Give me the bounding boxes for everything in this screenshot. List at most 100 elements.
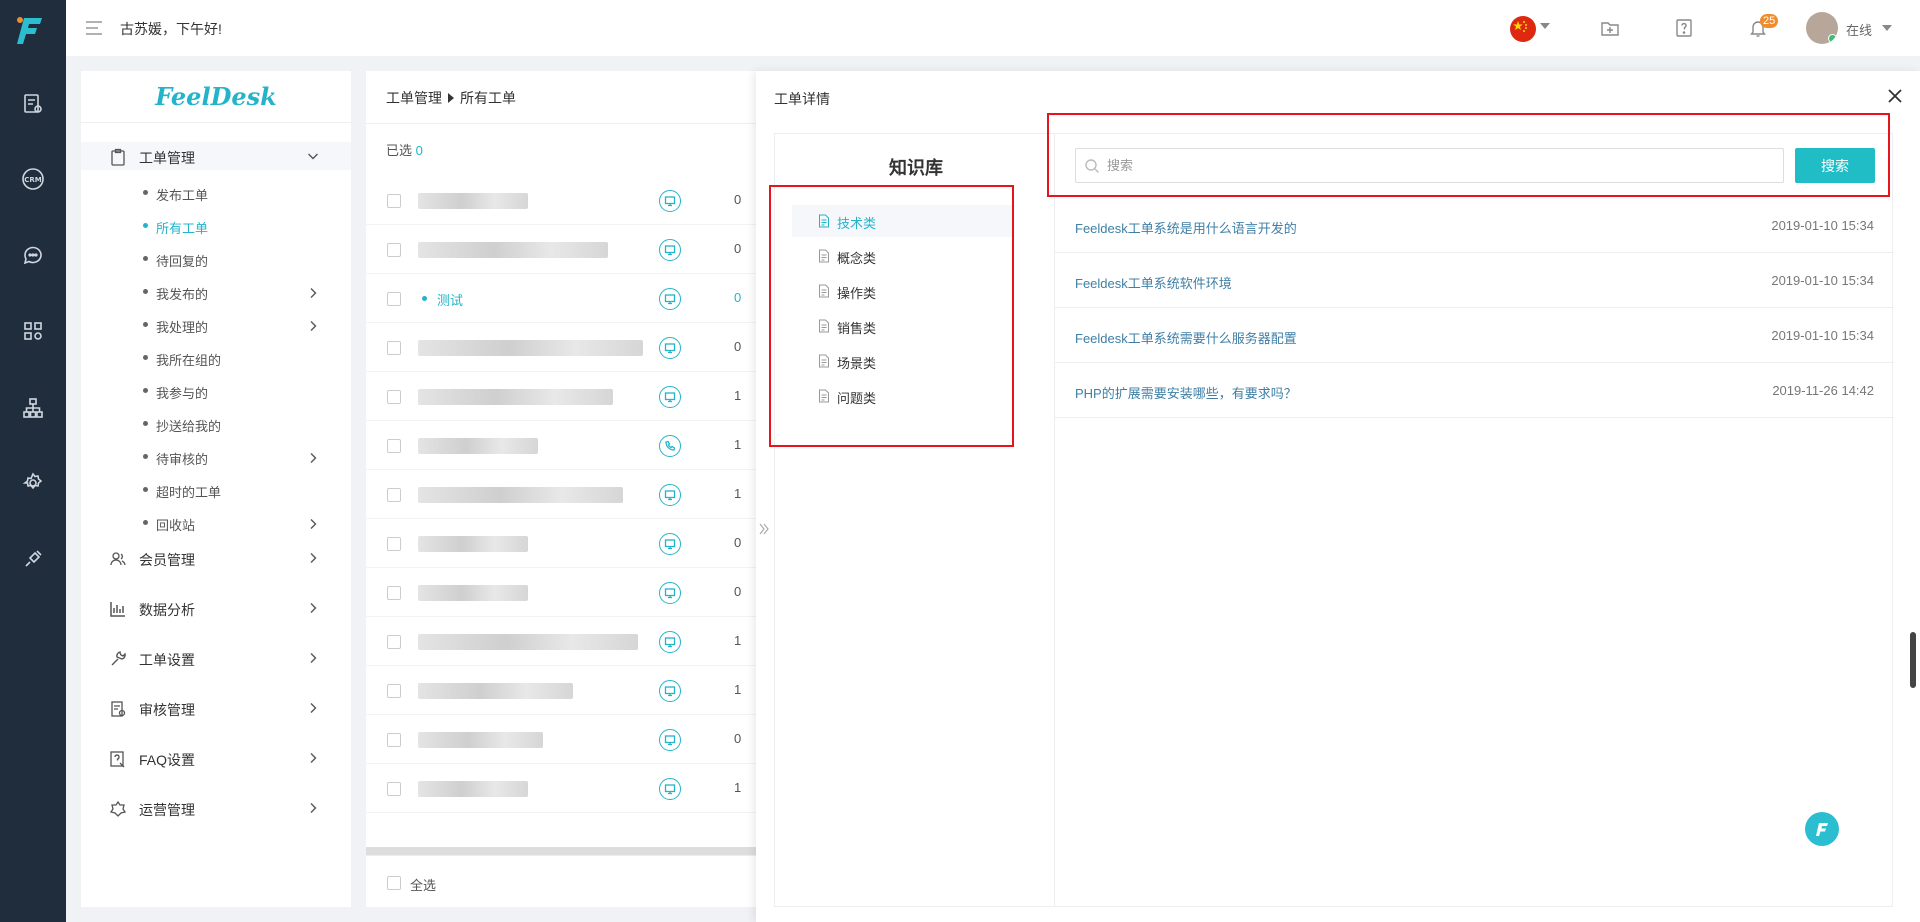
- sidebar-item-pending-review[interactable]: 待审核的: [81, 444, 351, 470]
- new-folder-icon[interactable]: [1598, 16, 1622, 40]
- sidebar-group-analytics[interactable]: 数据分析: [81, 594, 351, 622]
- row-checkbox[interactable]: [387, 684, 401, 698]
- breadcrumb-item[interactable]: 工单管理: [386, 90, 442, 106]
- kb-article-title[interactable]: Feeldesk工单系统需要什么服务器配置: [1075, 328, 1297, 347]
- kb-article-title[interactable]: Feeldesk工单系统是用什么语言开发的: [1075, 218, 1297, 237]
- ticket-title-redacted[interactable]: [418, 585, 528, 601]
- sidebar-item-participated[interactable]: 我参与的: [81, 378, 351, 404]
- table-row[interactable]: 测试 0: [366, 274, 756, 323]
- row-checkbox[interactable]: [387, 586, 401, 600]
- table-row[interactable]: 1: [366, 372, 756, 421]
- menu-toggle-icon[interactable]: [84, 18, 104, 38]
- sidebar-item-label: 回收站: [156, 518, 196, 533]
- org-chart-icon[interactable]: [18, 393, 48, 423]
- row-checkbox[interactable]: [387, 243, 401, 257]
- sidebar-group-ticket-settings[interactable]: 工单设置: [81, 644, 351, 672]
- sidebar-item-label: 我处理的: [156, 320, 209, 335]
- sidebar-item-recycle-bin[interactable]: 回收站: [81, 510, 351, 536]
- web-channel-icon: [659, 582, 681, 604]
- sidebar-group-members[interactable]: 会员管理: [81, 544, 351, 572]
- table-row[interactable]: 1: [366, 617, 756, 666]
- apps-icon[interactable]: [18, 316, 48, 346]
- kb-article-row[interactable]: Feeldesk工单系统软件环境 2019-01-10 15:34: [1055, 253, 1894, 308]
- horizontal-scrollbar[interactable]: [366, 847, 756, 855]
- table-row[interactable]: 1: [366, 764, 756, 813]
- table-row[interactable]: 0: [366, 519, 756, 568]
- table-row[interactable]: 0: [366, 323, 756, 372]
- sidebar-group-tickets[interactable]: 工单管理: [81, 142, 351, 170]
- sidebar-item-cc-to-me[interactable]: 抄送给我的: [81, 411, 351, 437]
- row-checkbox[interactable]: [387, 733, 401, 747]
- ticket-title-redacted[interactable]: [418, 193, 528, 209]
- language-flag-icon[interactable]: [1510, 16, 1536, 42]
- sidebar-group-audit[interactable]: 审核管理: [81, 694, 351, 722]
- expand-arrows-icon[interactable]: [758, 519, 770, 539]
- table-row[interactable]: 1: [366, 470, 756, 519]
- sidebar-item-awaiting-reply[interactable]: 待回复的: [81, 246, 351, 272]
- row-checkbox[interactable]: [387, 635, 401, 649]
- settings-gear-icon[interactable]: [18, 468, 48, 498]
- language-dropdown-icon[interactable]: [1540, 23, 1550, 29]
- row-checkbox[interactable]: [387, 439, 401, 453]
- kb-article-title[interactable]: PHP的扩展需要安装哪些，有要求吗？: [1075, 383, 1297, 402]
- table-row[interactable]: 1: [366, 666, 756, 715]
- reply-count: 1: [734, 682, 742, 697]
- row-checkbox[interactable]: [387, 292, 401, 306]
- breadcrumb-item: 所有工单: [460, 90, 516, 106]
- page-scrollbar[interactable]: [1910, 632, 1916, 688]
- sidebar-item-label: 我参与的: [156, 386, 209, 401]
- ticket-list-panel: 工单管理 所有工单 已选 0 0 0 测试 0 0 1 1 1 0 0 1 1 0 1 全选: [366, 71, 756, 907]
- wrench-icon: [111, 651, 126, 666]
- ticket-title-redacted[interactable]: [418, 438, 538, 454]
- sidebar-group-label: 数据分析: [139, 602, 195, 618]
- sidebar-group-faq[interactable]: FAQ设置: [81, 744, 351, 772]
- kb-article-date: 2019-01-10 15:34: [1771, 273, 1874, 288]
- ticket-title-redacted[interactable]: [418, 340, 643, 356]
- sidebar-item-publish-ticket[interactable]: 发布工单: [81, 180, 351, 206]
- help-icon[interactable]: [1672, 16, 1696, 40]
- online-status[interactable]: 在线: [1846, 20, 1872, 39]
- sidebar-item-my-groups[interactable]: 我所在组的: [81, 345, 351, 371]
- ticket-title-redacted[interactable]: [418, 389, 613, 405]
- kb-article-title[interactable]: Feeldesk工单系统软件环境: [1075, 273, 1232, 292]
- row-checkbox[interactable]: [387, 488, 401, 502]
- sidebar-item-my-handled[interactable]: 我处理的: [81, 312, 351, 338]
- row-checkbox[interactable]: [387, 537, 401, 551]
- ticket-title-redacted[interactable]: [418, 732, 543, 748]
- sidebar-item-my-published[interactable]: 我发布的: [81, 279, 351, 305]
- ticket-title-redacted[interactable]: [418, 683, 573, 699]
- ticket-title-redacted[interactable]: [418, 487, 623, 503]
- crm-icon[interactable]: CRM: [18, 164, 48, 194]
- kb-article-row[interactable]: Feeldesk工单系统需要什么服务器配置 2019-01-10 15:34: [1055, 308, 1894, 363]
- sidebar-group-operations[interactable]: 运营管理: [81, 794, 351, 822]
- online-dot-icon: [1828, 34, 1837, 43]
- ticket-title[interactable]: 测试: [421, 290, 463, 309]
- table-row[interactable]: 0: [366, 568, 756, 617]
- avatar[interactable]: [1806, 12, 1838, 44]
- status-dropdown-icon[interactable]: [1882, 25, 1892, 31]
- kb-article-row[interactable]: PHP的扩展需要安装哪些，有要求吗？ 2019-11-26 14:42: [1055, 363, 1894, 418]
- select-all-checkbox[interactable]: [387, 876, 401, 890]
- close-icon[interactable]: [1886, 87, 1904, 105]
- ticket-title-redacted[interactable]: [418, 781, 528, 797]
- reply-count: 1: [734, 437, 742, 452]
- feeldesk-float-icon[interactable]: [1805, 812, 1839, 846]
- table-row[interactable]: 0: [366, 715, 756, 764]
- row-checkbox[interactable]: [387, 390, 401, 404]
- row-checkbox[interactable]: [387, 194, 401, 208]
- table-row[interactable]: 1: [366, 421, 756, 470]
- ticket-title-redacted[interactable]: [418, 634, 638, 650]
- plugin-icon[interactable]: [18, 544, 48, 574]
- sidebar-item-all-tickets[interactable]: 所有工单: [81, 213, 351, 239]
- ticket-settings-icon[interactable]: [18, 89, 48, 119]
- table-row[interactable]: 0: [366, 225, 756, 274]
- chat-icon[interactable]: [18, 240, 48, 270]
- ticket-title-redacted[interactable]: [418, 242, 608, 258]
- sidebar-item-overdue[interactable]: 超时的工单: [81, 477, 351, 503]
- ticket-title-redacted[interactable]: [418, 536, 528, 552]
- kb-article-row[interactable]: Feeldesk工单系统是用什么语言开发的 2019-01-10 15:34: [1055, 198, 1894, 253]
- table-row[interactable]: 0: [366, 176, 756, 225]
- row-checkbox[interactable]: [387, 782, 401, 796]
- app-logo-icon[interactable]: [14, 12, 50, 46]
- row-checkbox[interactable]: [387, 341, 401, 355]
